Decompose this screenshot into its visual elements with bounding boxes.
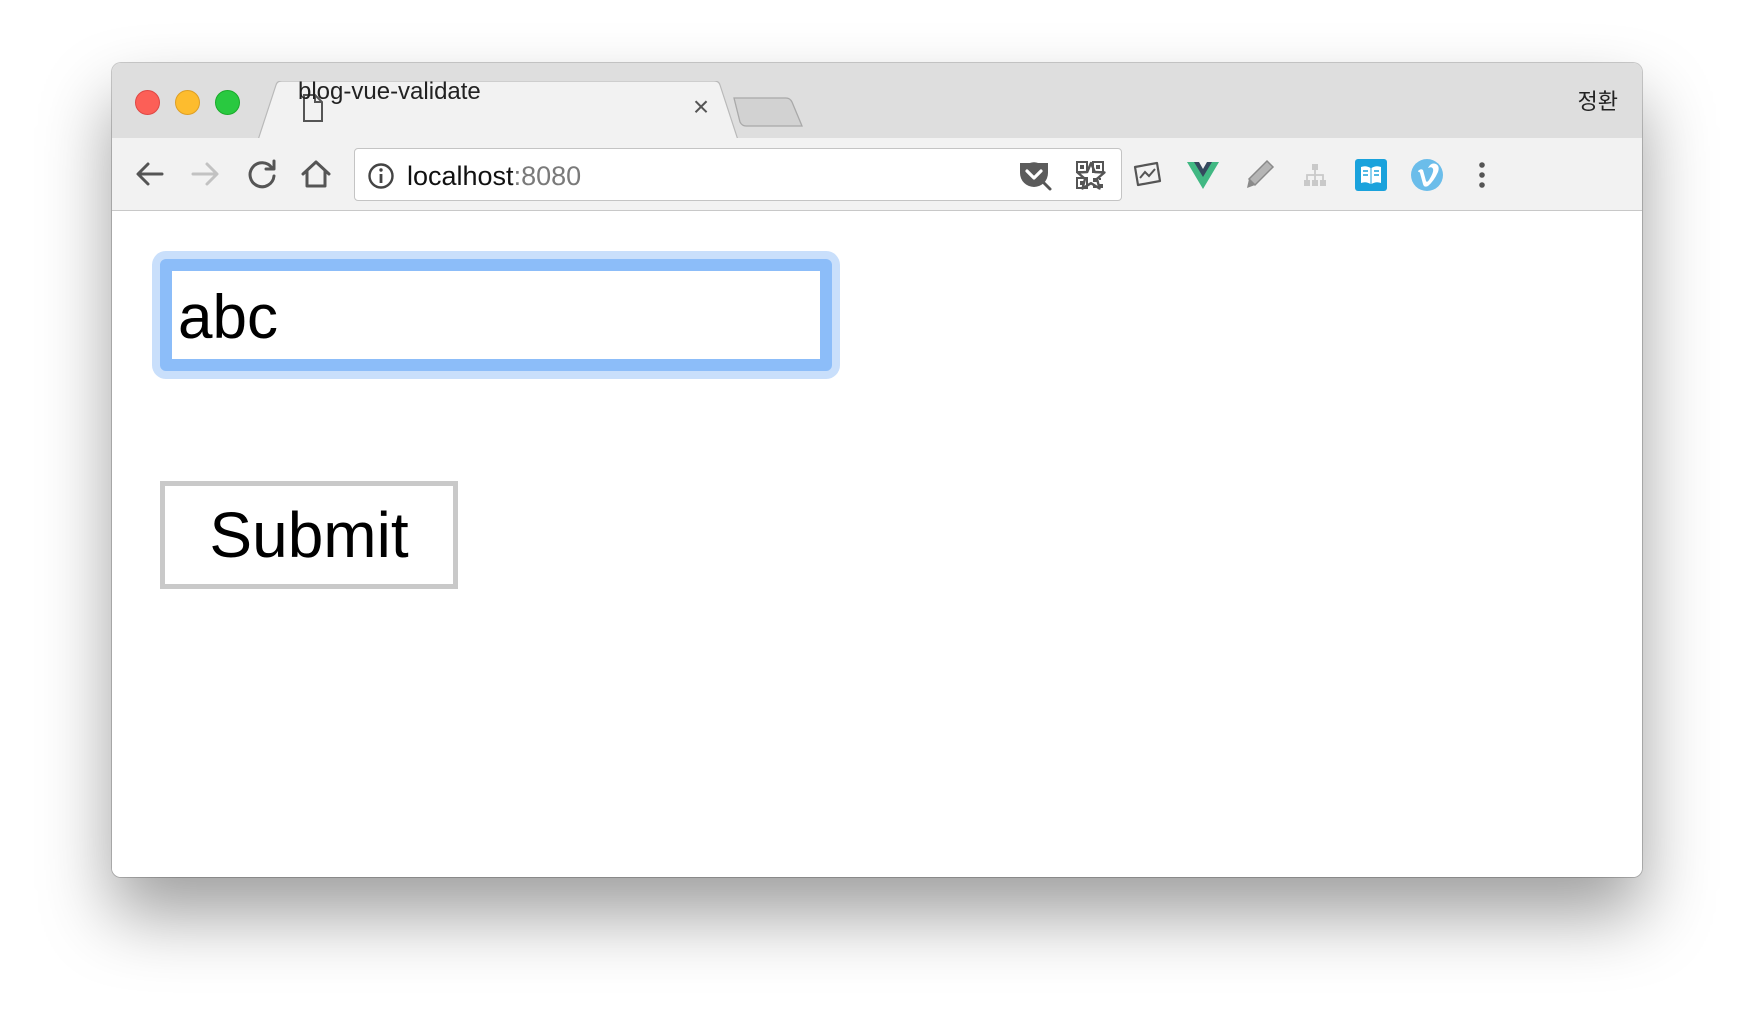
highlighter-extension[interactable] (1241, 157, 1277, 193)
home-icon (301, 160, 331, 188)
reload-button[interactable] (244, 156, 280, 192)
home-button[interactable] (298, 156, 334, 192)
browser-toolbar: localhost:8080 (112, 138, 1642, 211)
browser-window: blog-vue-validate × 정환 localhost:8080 ab… (112, 63, 1642, 877)
address-bar[interactable]: localhost:8080 (354, 148, 1122, 201)
forward-arrow-icon (191, 162, 219, 186)
screenshot-icon (1133, 161, 1162, 187)
new-tab-button[interactable] (732, 96, 804, 128)
window-minimize-button[interactable] (175, 90, 200, 115)
profile-name[interactable]: 정환 (1578, 88, 1618, 116)
highlighter-icon (1247, 159, 1275, 188)
info-icon[interactable] (367, 162, 395, 190)
pocket-icon (1020, 163, 1048, 187)
reader-extension[interactable] (1353, 157, 1389, 193)
sitemap-extension[interactable] (1297, 157, 1333, 193)
page-content: Submit (112, 211, 1642, 877)
screenshot-extension[interactable] (1129, 157, 1165, 193)
vimeo-extension[interactable] (1409, 157, 1445, 193)
vue-devtools-extension[interactable] (1185, 157, 1221, 193)
pocket-extension[interactable] (1016, 157, 1052, 193)
forward-button[interactable] (187, 156, 223, 192)
tab-title: blog-vue-validate (298, 78, 481, 105)
url-port: :8080 (513, 161, 582, 191)
menu-kebab-icon (1479, 162, 1485, 188)
url-host: localhost (407, 161, 514, 191)
chrome-menu-button[interactable] (1464, 157, 1500, 193)
text-input[interactable] (160, 259, 832, 371)
window-close-button[interactable] (135, 90, 160, 115)
qr-code-extension[interactable] (1072, 157, 1108, 193)
vue-devtools-icon (1187, 162, 1219, 189)
sitemap-icon (1304, 164, 1326, 186)
reader-icon (1355, 159, 1387, 191)
tab-strip: blog-vue-validate × 정환 (112, 63, 1642, 140)
window-maximize-button[interactable] (215, 90, 240, 115)
back-arrow-icon (136, 162, 164, 186)
qr-code-icon (1076, 161, 1104, 189)
back-button[interactable] (132, 156, 168, 192)
vimeo-icon (1411, 159, 1443, 191)
reload-icon (248, 159, 276, 189)
url-text[interactable]: localhost:8080 (407, 160, 581, 192)
tab-close-button[interactable]: × (687, 93, 715, 121)
submit-button[interactable]: Submit (160, 481, 458, 589)
